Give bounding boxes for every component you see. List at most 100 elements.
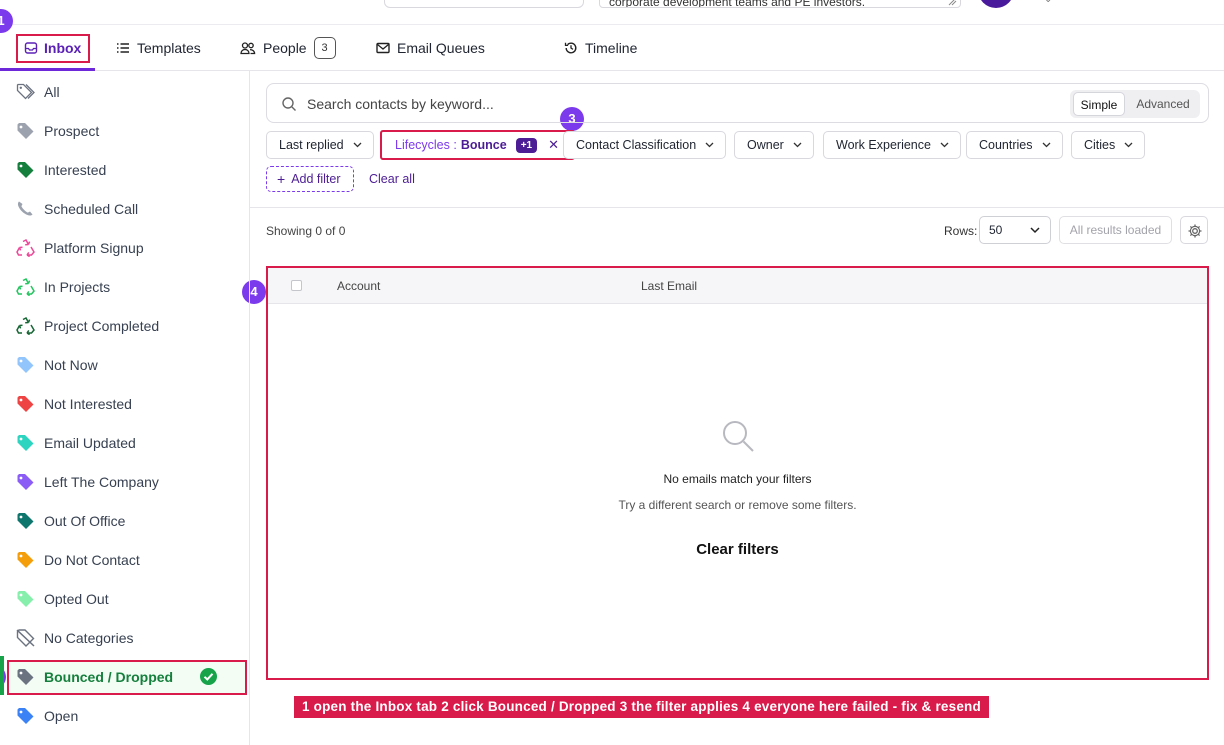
resize-grip-icon[interactable] xyxy=(948,0,957,6)
people-icon xyxy=(240,42,256,55)
sidebar-item-not-now[interactable]: Not Now xyxy=(0,345,250,384)
tag-icon xyxy=(17,708,34,724)
sidebar-item-open[interactable]: Open xyxy=(0,696,250,735)
empty-state-subtitle: Try a different search or remove some fi… xyxy=(618,498,857,512)
sidebar-item-no-categories[interactable]: No Categories xyxy=(0,618,250,657)
results-table: Account Last Email No emails match your … xyxy=(266,266,1209,680)
sidebar-item-email-updated[interactable]: Email Updated xyxy=(0,423,250,462)
tag-icon xyxy=(17,669,34,685)
tab-email-queues-label: Email Queues xyxy=(397,40,485,56)
filter-last-replied[interactable]: Last replied xyxy=(266,131,374,159)
sidebar-item-scheduled-call[interactable]: Scheduled Call xyxy=(0,189,250,228)
chevron-down-icon xyxy=(353,142,362,148)
empty-state-title: No emails match your filters xyxy=(663,472,812,486)
nav-tabs: Inbox Templates People 3 Email Queues Ti… xyxy=(0,25,1224,71)
prompt-textarea[interactable]: corporate development teams and PE inves… xyxy=(599,0,961,8)
tab-email-queues[interactable]: Email Queues xyxy=(376,25,485,71)
clear-filters-button[interactable]: Clear filters xyxy=(268,541,1207,558)
tag-icon xyxy=(17,162,34,178)
search-icon xyxy=(723,421,754,452)
recycle-icon xyxy=(16,317,35,335)
tag-icon xyxy=(17,396,34,412)
chevron-down-icon xyxy=(793,142,802,148)
results-count: Showing 0 of 0 xyxy=(266,224,346,238)
filter-lifecycles[interactable]: Lifecycles : Bounce +1 ✕ xyxy=(380,130,575,160)
tab-templates[interactable]: Templates xyxy=(116,25,201,71)
category-sidebar: All Prospect Interested Scheduled Call Platf… xyxy=(0,71,250,745)
top-input[interactable] xyxy=(384,0,584,8)
filter-last-replied-label: Last replied xyxy=(279,138,344,152)
instruction-caption: 1 open the Inbox tab 2 click Bounced / D… xyxy=(294,696,989,718)
sidebar-item-not-interested[interactable]: Not Interested xyxy=(0,384,250,423)
all-results-loaded-button: All results loaded xyxy=(1059,216,1172,244)
tab-inbox[interactable]: Inbox xyxy=(16,25,91,71)
sidebar-item-label: Not Interested xyxy=(44,395,132,412)
recycle-icon xyxy=(16,278,35,296)
tab-people-label: People xyxy=(263,40,307,56)
sidebar-item-label: Bounced / Dropped xyxy=(44,668,174,685)
top-bar: corporate development teams and PE inves… xyxy=(0,0,1224,25)
filter-countries-label: Countries xyxy=(979,138,1033,152)
avatar[interactable] xyxy=(978,0,1014,8)
sidebar-item-label: Do Not Contact xyxy=(44,551,140,568)
filter-contact-classification[interactable]: Contact Classification xyxy=(563,131,727,159)
column-header-last-email[interactable]: Last Email xyxy=(641,279,697,293)
sidebar-item-opted-out[interactable]: Opted Out xyxy=(0,579,250,618)
sidebar-item-label: Not Now xyxy=(44,356,98,373)
sidebar-item-in-projects[interactable]: In Projects xyxy=(0,267,250,306)
close-icon[interactable]: ✕ xyxy=(548,137,559,153)
select-all-checkbox[interactable] xyxy=(291,280,302,291)
sidebar-item-label: Interested xyxy=(44,161,107,178)
column-header-account[interactable]: Account xyxy=(337,279,380,293)
tab-timeline-label: Timeline xyxy=(585,40,638,56)
tag-icon xyxy=(17,435,34,451)
sidebar-item-label: Platform Signup xyxy=(44,239,144,256)
advanced-mode-button[interactable]: Advanced xyxy=(1128,92,1198,116)
sidebar-item-platform-signup[interactable]: Platform Signup xyxy=(0,228,250,267)
filter-owner-label: Owner xyxy=(747,138,784,152)
filter-cities[interactable]: Cities xyxy=(1071,131,1146,159)
gear-icon xyxy=(1188,224,1202,238)
sidebar-item-label: Scheduled Call xyxy=(44,200,139,217)
filter-countries[interactable]: Countries xyxy=(966,131,1063,159)
rows-per-page-select[interactable]: 50 xyxy=(979,216,1051,244)
search-icon xyxy=(282,97,296,111)
tab-templates-label: Templates xyxy=(137,40,201,56)
table-header: Account Last Email xyxy=(268,268,1207,304)
tab-people[interactable]: People 3 xyxy=(240,25,336,71)
rows-label: Rows: xyxy=(944,224,978,238)
inbox-icon xyxy=(24,42,38,54)
table-settings-button[interactable] xyxy=(1180,216,1208,244)
sidebar-item-out-of-office[interactable]: Out Of Office xyxy=(0,501,250,540)
sidebar-item-label: All xyxy=(44,83,60,100)
chevron-down-icon xyxy=(1042,142,1050,148)
clear-all-link[interactable]: Clear all xyxy=(369,172,415,186)
people-count-badge: 3 xyxy=(313,37,336,59)
chevron-down-icon xyxy=(940,142,949,148)
search-mode-toggle: Simple Advanced xyxy=(1070,90,1200,118)
tag-icon xyxy=(17,123,34,139)
sidebar-item-left-the-company[interactable]: Left The Company xyxy=(0,462,250,501)
chevron-down-icon[interactable]: ⌄ xyxy=(1044,0,1052,5)
sidebar-item-label: Open xyxy=(44,707,79,724)
tab-timeline[interactable]: Timeline xyxy=(564,25,637,71)
sidebar-item-project-completed[interactable]: Project Completed xyxy=(0,306,250,345)
chevron-down-icon xyxy=(705,142,714,148)
sidebar-item-do-not-contact[interactable]: Do Not Contact xyxy=(0,540,250,579)
chevron-down-icon xyxy=(1030,227,1040,234)
filter-cities-label: Cities xyxy=(1084,138,1116,152)
tag-icon xyxy=(17,357,34,373)
filter-work-experience[interactable]: Work Experience xyxy=(823,131,961,159)
sidebar-item-label: Project Completed xyxy=(44,317,160,334)
tag-icon xyxy=(17,513,34,529)
simple-mode-button[interactable]: Simple xyxy=(1073,92,1125,116)
mail-icon xyxy=(376,42,390,54)
sidebar-item-interested[interactable]: Interested xyxy=(0,150,250,189)
add-filter-button[interactable]: + Add filter xyxy=(266,166,354,192)
sidebar-item-prospect[interactable]: Prospect xyxy=(0,111,250,150)
filter-owner[interactable]: Owner xyxy=(734,131,814,159)
search-input[interactable] xyxy=(307,92,907,116)
sidebar-item-all[interactable]: All xyxy=(0,72,250,111)
sidebar-item-label: Email Updated xyxy=(44,434,136,451)
rows-per-page-value: 50 xyxy=(989,223,1003,237)
